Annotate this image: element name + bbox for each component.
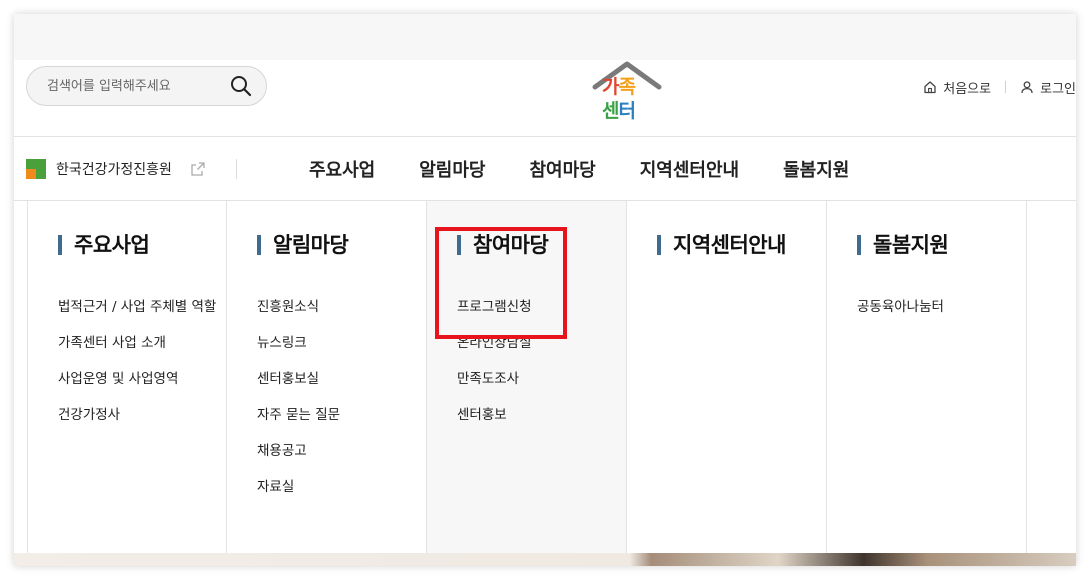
utility-separator: [1005, 81, 1007, 93]
nav-item-main-business[interactable]: 주요사업: [309, 156, 375, 182]
nav-item-participation[interactable]: 참여마당: [530, 156, 596, 182]
nav-divider: [236, 159, 237, 179]
logo-line-1: 가족: [602, 76, 636, 98]
nav-item-care-support[interactable]: 돌봄지원: [783, 156, 849, 182]
mega-link[interactable]: 뉴스링크: [257, 335, 417, 352]
mega-link[interactable]: 진흥원소식: [257, 299, 417, 316]
search-icon[interactable]: [230, 75, 252, 97]
nav-item-local-centers[interactable]: 지역센터안내: [640, 156, 739, 182]
org-name: 한국건강가정진흥원: [56, 162, 172, 178]
login-link[interactable]: 로그인: [1020, 78, 1076, 97]
mega-column-title: 알림마당: [257, 235, 349, 256]
nav-item-notices[interactable]: 알림마당: [419, 156, 485, 182]
browser-frame: 가족 센터 처음으로 로그인: [14, 14, 1076, 566]
mega-link[interactable]: 자주 묻는 질문: [257, 407, 417, 424]
utility-links: 처음으로 로그인: [923, 78, 1076, 97]
mega-column-title: 지역센터안내: [657, 235, 786, 256]
search-box: [26, 66, 267, 106]
mega-link[interactable]: 법적근거 / 사업 주체별 역할: [58, 299, 218, 316]
login-label: 로그인: [1040, 81, 1076, 97]
mega-column-title: 돌봄지원: [857, 235, 949, 256]
mega-column-main-business: 주요사업 법적근거 / 사업 주체별 역할 가족센터 사업 소개 사업운영 및 …: [27, 201, 227, 553]
mega-link[interactable]: 사업운영 및 사업영역: [58, 371, 218, 388]
home-link[interactable]: 처음으로: [923, 78, 991, 97]
hero-image-strip: [14, 553, 1076, 566]
mega-link[interactable]: 센터홍보: [457, 407, 617, 424]
org-logo-icon: [26, 159, 46, 179]
mega-link[interactable]: 자료실: [257, 479, 417, 496]
top-strip: [14, 14, 1076, 60]
header: 가족 센터 처음으로 로그인: [14, 60, 1076, 136]
mega-column-title: 주요사업: [58, 235, 150, 256]
highlight-box: [435, 227, 567, 339]
mega-column-notices: 알림마당 진흥원소식 뉴스링크 센터홍보실 자주 묻는 질문 채용공고 자료실: [227, 201, 427, 553]
mega-link[interactable]: 건강가정사: [58, 407, 218, 424]
mega-link[interactable]: 만족도조사: [457, 371, 617, 388]
home-icon: [924, 81, 936, 94]
search-input[interactable]: [47, 76, 227, 96]
gnb-menu: 주요사업 알림마당 참여마당 지역센터안내 돌봄지원: [309, 156, 893, 182]
mega-column-care-support: 돌봄지원 공동육아나눔터: [827, 201, 1027, 553]
mega-link[interactable]: 공동육아나눔터: [857, 299, 1017, 316]
org-link[interactable]: 한국건강가정진흥원: [26, 159, 206, 179]
external-link-icon[interactable]: [190, 161, 206, 177]
home-label: 처음으로: [943, 81, 992, 97]
mega-column-local-centers: 지역센터안내: [627, 201, 827, 553]
mega-link[interactable]: 가족센터 사업 소개: [58, 335, 218, 352]
logo-line-2: 센터: [602, 100, 636, 122]
mega-menu: 주요사업 법적근거 / 사업 주체별 역할 가족센터 사업 소개 사업운영 및 …: [14, 201, 1076, 566]
mega-link[interactable]: 센터홍보실: [257, 371, 417, 388]
main-navigation: 한국건강가정진흥원 주요사업 알림마당 참여마당 지역센터안내 돌봄지원: [14, 136, 1076, 201]
user-icon: [1021, 81, 1033, 94]
site-logo[interactable]: 가족 센터: [592, 60, 662, 128]
mega-link[interactable]: 채용공고: [257, 443, 417, 460]
